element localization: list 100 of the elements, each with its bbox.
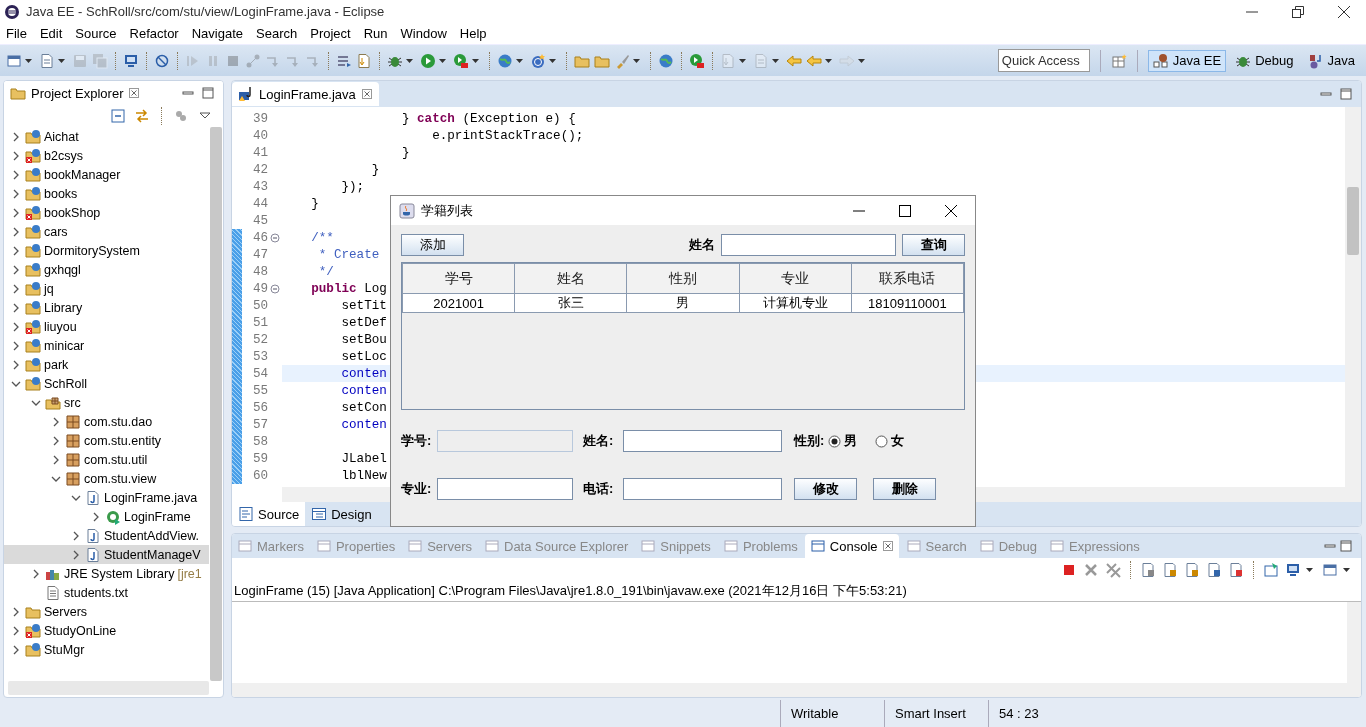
menu-item[interactable]: Edit [39,26,63,41]
column-header[interactable]: 性别 [626,263,740,294]
menu-item[interactable]: Help [459,26,487,41]
tree-item[interactable]: bookShop [4,203,209,222]
link-arrows-icon[interactable] [134,108,150,124]
tree-item[interactable]: Aichat [4,127,209,146]
menu-item[interactable]: Run [363,26,388,41]
caret-icon[interactable] [1305,566,1314,574]
caret-icon[interactable] [57,56,66,65]
window-icon[interactable] [1322,562,1338,578]
perspective-button[interactable]: Java [1302,49,1360,72]
window-icon[interactable] [6,52,22,69]
tree-item[interactable]: Servers [4,602,209,621]
tree-item[interactable]: students.txt [4,583,209,602]
stop-icon[interactable] [1061,562,1077,578]
tree-item[interactable]: com.stu.entity [4,431,209,450]
input-field[interactable] [623,430,782,452]
document-icon[interactable] [39,52,55,69]
caret-icon[interactable] [632,56,641,65]
view-tab[interactable]: Console [804,534,899,558]
perspective-button[interactable]: Debug [1230,49,1299,72]
tree-item[interactable]: src [4,393,209,412]
caret-icon[interactable] [471,56,480,65]
monitor-icon[interactable] [1285,562,1301,578]
run-server-icon[interactable] [689,52,705,69]
menu-item[interactable]: Source [75,26,117,41]
collapse-all-icon[interactable] [110,108,126,124]
document-arrow-icon[interactable] [356,52,372,69]
tree-item[interactable]: minicar [4,336,209,355]
caret-icon[interactable] [515,56,524,65]
tree-item[interactable]: gxhqgl [4,260,209,279]
remove-all-icon[interactable] [1105,562,1121,578]
editor-tab[interactable]: LoginFrame.java [232,82,379,106]
caret-icon[interactable] [548,56,557,65]
menu-item[interactable]: Refactor [129,26,179,41]
tree-item[interactable]: SchRoll [4,374,209,393]
run-server-icon[interactable] [453,52,469,69]
run-icon[interactable] [420,52,436,69]
close-icon[interactable] [1336,3,1352,20]
caret-icon[interactable] [24,56,33,65]
document-icon[interactable] [1228,562,1244,578]
tree-item[interactable]: bookManager [4,165,209,184]
caret-icon[interactable] [824,56,833,65]
document-icon[interactable] [1206,562,1222,578]
pin-window-icon[interactable] [1263,562,1279,578]
form-button[interactable]: 删除 [873,478,936,500]
column-header[interactable]: 学号 [402,263,515,294]
document-icon[interactable] [1140,562,1156,578]
tree-item[interactable]: DormitorySystem [4,241,209,260]
globe-icon[interactable] [658,52,674,69]
monitor-icon[interactable] [123,52,139,69]
tree-item[interactable]: LoginFrame [4,507,209,526]
menu-item[interactable]: Navigate [191,26,243,41]
caret-icon[interactable] [405,56,414,65]
tree-item[interactable]: com.stu.dao [4,412,209,431]
editor-mode-tab[interactable]: Source [232,502,306,526]
quick-access-field[interactable]: Quick Access [997,49,1090,72]
collapse-icon[interactable] [270,283,280,294]
tree-item[interactable]: JRE System Library [jre1 [4,564,209,583]
close-icon[interactable] [943,202,959,219]
scrollbar[interactable] [232,683,1361,697]
search-button[interactable]: 查询 [902,234,965,256]
tree-item[interactable]: Library [4,298,209,317]
form-button[interactable]: 修改 [794,478,857,500]
tree-item[interactable]: StudentManageV [4,545,209,564]
scrollbar[interactable] [1345,107,1361,487]
tree-item[interactable]: b2csys [4,146,209,165]
document-icon[interactable] [1162,562,1178,578]
scrollbar[interactable] [210,127,222,681]
menu-item[interactable]: Search [256,26,298,41]
tree-item[interactable]: com.stu.util [4,450,209,469]
radio-button[interactable]: 女 [875,432,905,450]
tree-item[interactable]: StuMgr [4,640,209,659]
tree-item[interactable]: liuyou [4,317,209,336]
radio-button[interactable]: 男 [828,432,858,450]
tree-item[interactable]: StudyOnLine [4,621,209,640]
caret-icon[interactable] [438,56,447,65]
perspective-button[interactable]: Java EE [1147,49,1227,72]
remove-icon[interactable] [1083,562,1099,578]
tree-item[interactable]: StudentAddView. [4,526,209,545]
tree-item[interactable]: books [4,184,209,203]
coin-icon[interactable] [530,52,546,69]
open-perspective-icon[interactable] [1110,52,1127,69]
editor-mode-tab[interactable]: Design [305,502,378,526]
tree-item[interactable]: park [4,355,209,374]
caret-icon[interactable] [1342,566,1351,574]
maximize-icon[interactable] [897,202,913,219]
document-icon[interactable] [1184,562,1200,578]
search-field[interactable] [721,234,896,256]
column-header[interactable]: 姓名 [514,263,627,294]
tree-item[interactable]: jq [4,279,209,298]
column-header[interactable]: 专业 [739,263,852,294]
scrollbar[interactable] [8,681,209,695]
scrollbar[interactable] [1347,602,1361,683]
input-field[interactable] [623,478,782,500]
input-field[interactable] [437,478,573,500]
menu-item[interactable]: Project [310,26,351,41]
add-button[interactable]: 添加 [401,234,464,256]
tree-item[interactable]: cars [4,222,209,241]
tree-item[interactable]: com.stu.view [4,469,209,488]
